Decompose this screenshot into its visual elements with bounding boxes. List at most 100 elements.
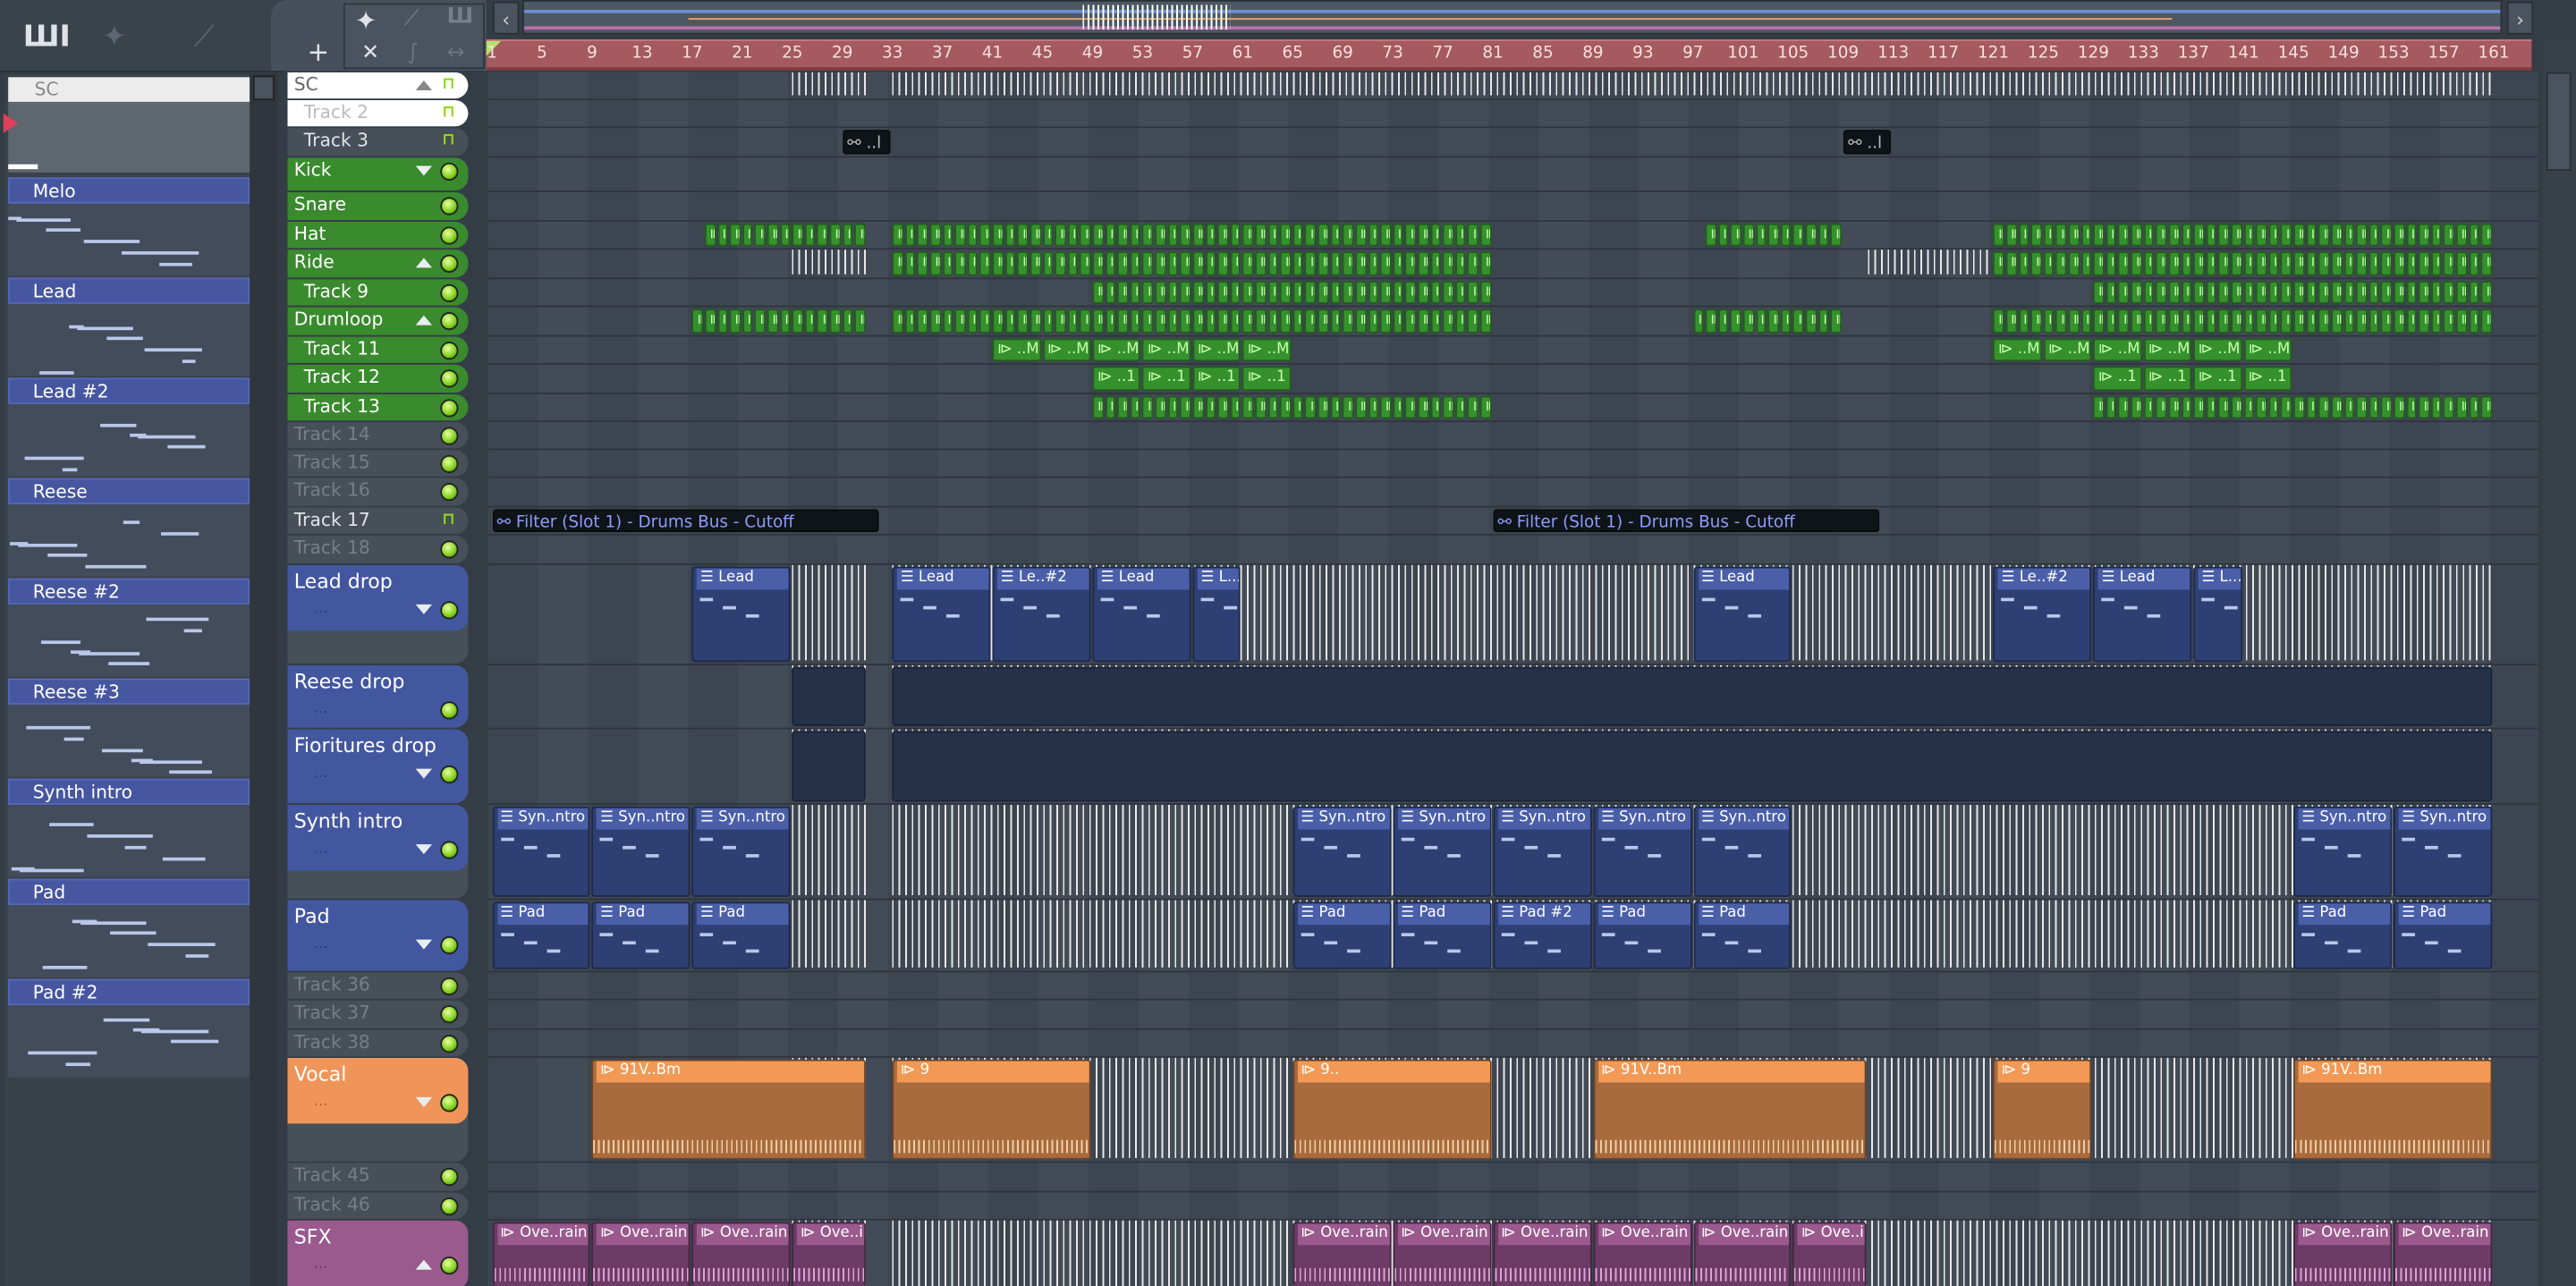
track-header[interactable]: Lead drop... [287,564,469,664]
pattern-clip[interactable]: ⧐ [917,309,928,334]
pattern-clip[interactable]: ⧐ [2243,281,2255,304]
pattern-clip[interactable]: ⧐ [2406,281,2418,304]
pattern-clip[interactable]: ⧐ [767,223,778,247]
pattern-clip[interactable]: ⧐ [1767,309,1779,334]
pattern-clip[interactable]: ⧐ [2306,309,2318,334]
pattern-clip[interactable]: ⧐ [1267,223,1279,247]
pattern-clip[interactable]: ⧐ [1255,281,1267,304]
pattern-clip[interactable]: ⧐ [1468,251,1479,276]
pattern-clip[interactable]: ⧐ [2055,251,2067,276]
pattern-clip[interactable]: ⧐ [2218,281,2230,304]
pattern-clip[interactable]: ⧐ [704,223,716,247]
pattern-clip[interactable]: ⧐ [2381,223,2393,247]
lock-icon[interactable]: ⊓ [442,104,457,122]
pattern-clip[interactable]: ⧐ [1430,251,1442,276]
mute-led-icon[interactable] [440,1256,459,1275]
pattern-clip[interactable]: ⧐ [1042,223,1054,247]
track-lane[interactable] [487,478,2538,508]
pattern-clip[interactable]: ⧐ [1142,309,1154,334]
pattern-clip[interactable]: ⧐ [2218,251,2230,276]
pattern-clip[interactable]: ⧐ [1705,309,1716,334]
pattern-clip[interactable]: ⧐ [2181,395,2192,419]
pattern-clip[interactable] [792,666,866,726]
pattern-clip[interactable]: ⧐ [1305,395,1317,419]
pattern-clip[interactable]: ⧐ [1155,223,1166,247]
pattern-clip[interactable]: ⧐ [1080,223,1091,247]
pattern-clip[interactable]: ⧐ [2131,223,2142,247]
pattern-clip[interactable]: ⧐ [1067,223,1079,247]
pattern-clip[interactable]: ⧐ [2206,309,2217,334]
pattern-clip[interactable]: ⧐ [2106,251,2117,276]
pattern-clip[interactable]: ☰ Pad #2 [1493,901,1592,969]
pattern-item[interactable]: Lead [8,277,250,376]
track-lane[interactable] [487,192,2538,222]
pattern-clip[interactable]: ⧐ [1730,223,1741,247]
mute-led-icon[interactable] [440,701,459,720]
pattern-clip[interactable]: ⧐ [1267,309,1279,334]
pattern-clip[interactable]: ☰ Lead [691,566,791,663]
pattern-clip[interactable]: ⧐ [2431,281,2443,304]
pattern-clip[interactable]: ⧐ [2080,251,2092,276]
pattern-clip[interactable]: ⧐ [1305,251,1317,276]
pattern-clip[interactable]: ⧐ [2268,281,2280,304]
mute-led-icon[interactable] [440,162,459,182]
track-lane[interactable] [487,72,2538,101]
pattern-clip[interactable]: ⧐ [1130,251,1141,276]
pattern-clip[interactable]: ⧐ [1280,251,1292,276]
pattern-clip[interactable]: ⧐ [1155,309,1166,334]
pattern-clip[interactable]: ⧐ [1368,281,1379,304]
pattern-clip[interactable]: ⧐ [2193,251,2205,276]
pattern-clip[interactable]: ⧐ [1455,281,1467,304]
pattern-clip[interactable]: ⧐ [954,309,966,334]
track-header[interactable]: Track 11 [287,336,469,363]
pattern-clip[interactable]: ⧐ [2118,309,2130,334]
pattern-clip[interactable]: ⧐ ..M [1042,338,1091,362]
pattern-clip[interactable]: ⧐ [2455,251,2468,276]
mute-led-icon[interactable] [440,1197,459,1216]
track-header[interactable]: Track 3 ⊓ [287,128,469,157]
pattern-clip[interactable]: ⧐ [2043,223,2055,247]
pattern-clip[interactable]: ⧐ [1343,281,1354,304]
pattern-clip[interactable]: ⧐ [2206,395,2217,419]
pattern-clip[interactable]: ⧐ [2480,309,2493,334]
pattern-clip[interactable]: ⧐ [967,223,979,247]
mute-led-icon[interactable] [440,935,459,955]
pattern-clip[interactable]: ⧐ [2118,223,2130,247]
mute-led-icon[interactable] [440,1005,459,1024]
track-header[interactable]: Drumloop [287,307,469,335]
track-lane[interactable] [487,664,2538,730]
pattern-clip[interactable]: ⧐ [1318,309,1329,334]
pattern-clip[interactable]: ⧐ [1730,309,1741,334]
pattern-clip[interactable]: ⧐ [1167,309,1179,334]
track-header[interactable]: Track 9 [287,279,469,306]
pattern-clip[interactable]: ⧐ [1318,395,1329,419]
pattern-clip[interactable]: ⧐ [2243,251,2255,276]
pattern-clip[interactable]: ⧐ [2168,309,2180,334]
pattern-clip[interactable]: ⧐ [779,309,791,334]
pattern-clip[interactable]: ⧐ [929,309,941,334]
pattern-clip[interactable]: ⧐ [2293,395,2305,419]
pattern-clip[interactable]: ⧐ [1180,281,1191,304]
pattern-clip[interactable]: ⧐ [2168,395,2180,419]
pattern-clip[interactable]: ⧐ [1305,281,1317,304]
pattern-clip[interactable]: ⧐ [2106,223,2117,247]
track-header[interactable]: Ride [287,250,469,278]
pattern-clip[interactable]: ⧐ [2368,223,2380,247]
pattern-clip[interactable]: ⧐ [2343,251,2355,276]
mute-led-icon[interactable] [440,1035,459,1053]
pattern-clip[interactable]: ⧐ 9 [1993,1059,2092,1160]
pattern-clip[interactable]: ⧐ [1455,395,1467,419]
vertical-scrollbar[interactable] [2543,39,2576,1286]
pattern-clip[interactable]: ⧐ [1155,395,1166,419]
pattern-clip[interactable]: ⧐ [804,309,816,334]
pattern-clip[interactable]: ⧐ [2368,309,2380,334]
mute-led-icon[interactable] [440,197,459,216]
pattern-clip[interactable]: ⧐ [1443,395,1454,419]
pattern-clip[interactable]: ⧐ [2080,223,2092,247]
pattern-clip[interactable]: ☰ Pad [1692,901,1792,969]
pattern-clip[interactable]: ⧐ ..1 [2143,366,2192,392]
pattern-clip[interactable]: ⧐ [2181,251,2192,276]
pattern-clip[interactable]: ☰ Syn..ntro [1292,806,1392,897]
lock-icon[interactable]: ⊓ [442,75,457,93]
pattern-clip[interactable]: ⧐ [892,309,903,334]
